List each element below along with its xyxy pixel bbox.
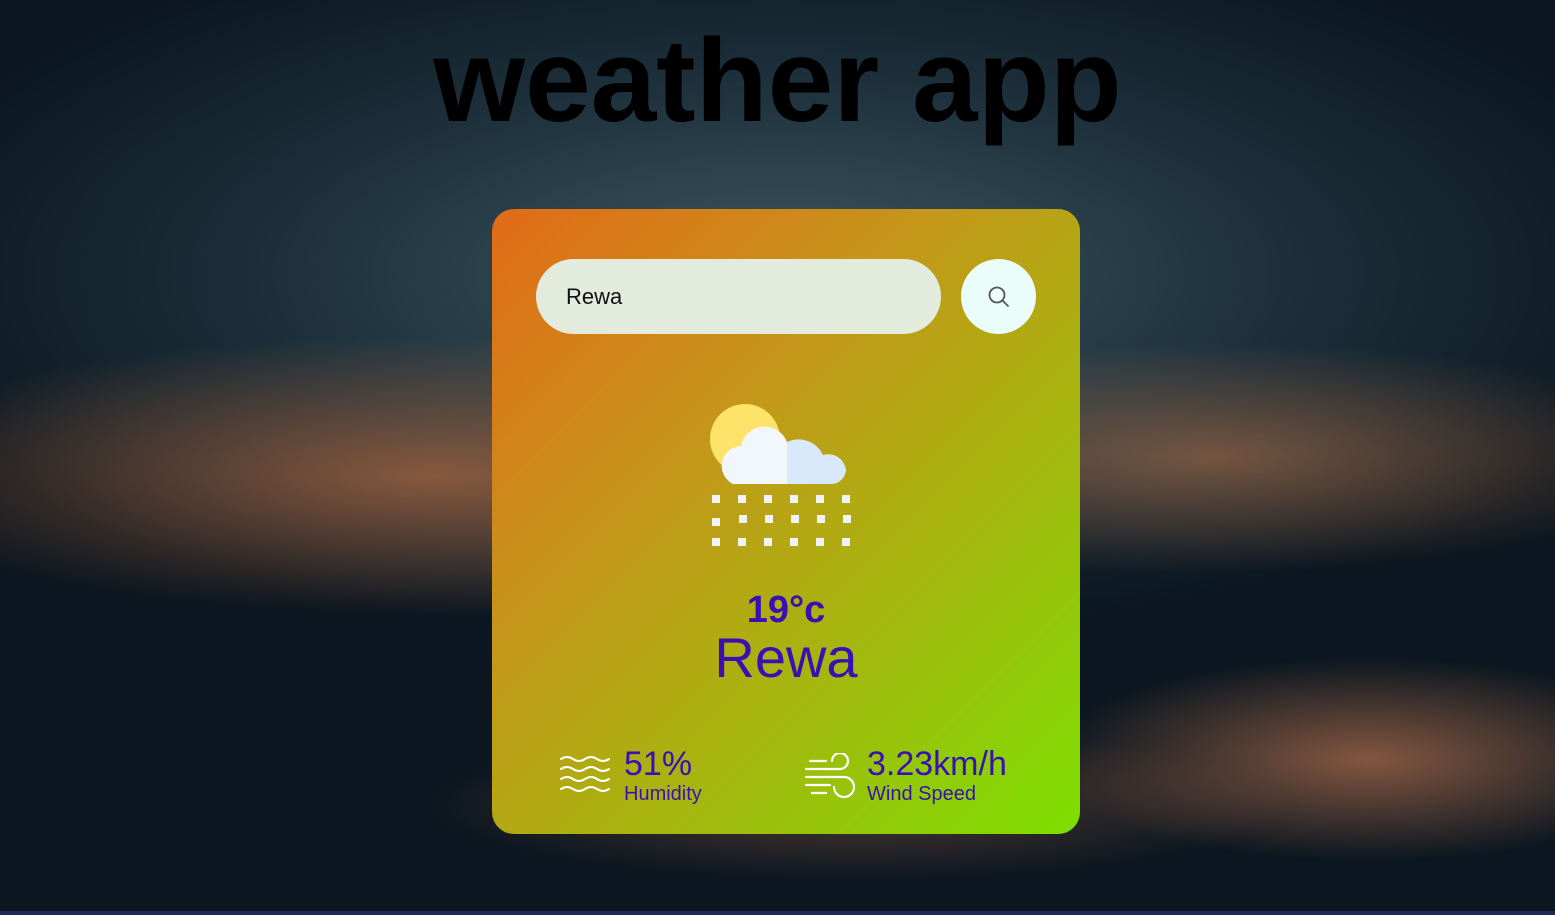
search-icon — [988, 286, 1009, 307]
temperature: 19°c — [746, 589, 826, 631]
wind-label: Wind Speed — [867, 783, 976, 805]
bottom-bar — [0, 911, 1555, 915]
wind-icon — [804, 753, 856, 799]
humidity-waves-icon — [560, 756, 610, 792]
search-button[interactable] — [961, 259, 1036, 334]
page-title: weather app — [433, 15, 1122, 147]
humidity-value: 51% — [624, 745, 693, 783]
wind-detail: 3.23km/h Wind Speed — [804, 745, 1044, 809]
humidity-detail: 51% Humidity — [559, 745, 759, 809]
city-name: Rewa — [714, 626, 858, 689]
search-input[interactable] — [536, 259, 941, 334]
weather-card: 19°c Rewa 51% Humidity 3.23km/h Wind Spe… — [492, 209, 1080, 834]
humidity-label: Humidity — [624, 783, 702, 805]
sun-cloud-snow-icon — [710, 404, 851, 546]
wind-value: 3.23km/h — [867, 745, 1007, 783]
